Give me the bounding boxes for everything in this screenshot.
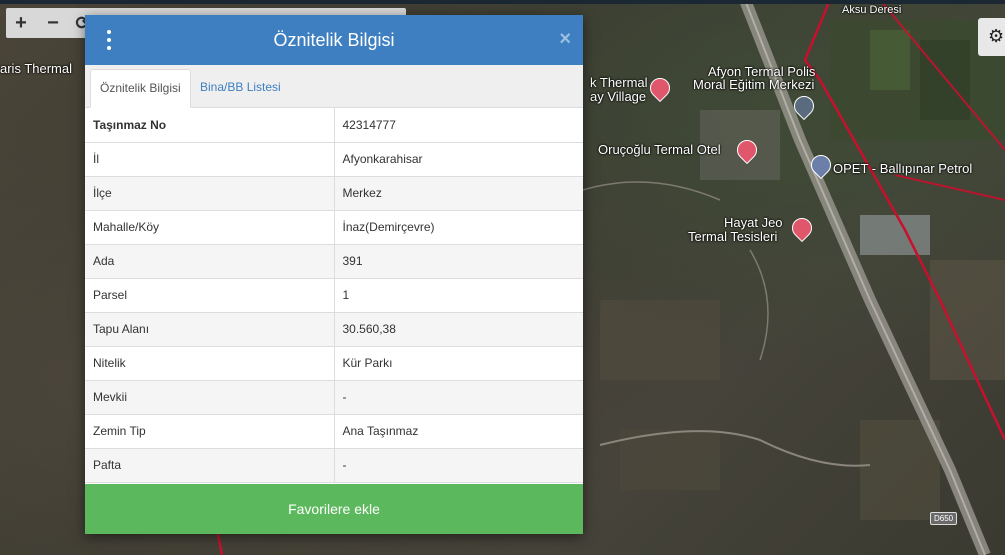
map-label-k-thermal: k Thermal	[590, 75, 648, 90]
dialog-header: Öznitelik Bilgisi ×	[85, 15, 583, 65]
map-label-hayat-jeo: Hayat Jeo	[724, 215, 783, 230]
table-row: Ada 391	[85, 244, 583, 279]
map-label-ay-village: ay Village	[590, 89, 647, 104]
table-row: Parsel 1	[85, 278, 583, 313]
settings-button[interactable]: ⚙	[978, 18, 1005, 56]
attribute-value: 1	[334, 278, 583, 313]
zoom-in-button[interactable]: +	[6, 8, 36, 38]
attribute-value: -	[334, 448, 583, 483]
attribute-dialog: Öznitelik Bilgisi × Öznitelik Bilgisi Bi…	[85, 15, 583, 534]
table-row: Mevkii -	[85, 380, 583, 415]
table-row: Taşınmaz No 42314777	[85, 108, 583, 143]
attribute-value: 391	[334, 244, 583, 279]
attribute-key: Ada	[85, 244, 335, 279]
map-label-aris-thermal: aris Thermal	[0, 61, 73, 76]
table-row: Pafta -	[85, 448, 583, 483]
close-icon[interactable]: ×	[559, 28, 571, 50]
dialog-title: Öznitelik Bilgisi	[273, 30, 395, 50]
attribute-key: Parsel	[85, 278, 335, 313]
tab-building-list[interactable]: Bina/BB Listesi	[191, 69, 290, 107]
attribute-key: Pafta	[85, 448, 335, 483]
attribute-value: 30.560,38	[334, 312, 583, 347]
tab-attribute-info[interactable]: Öznitelik Bilgisi	[90, 69, 191, 108]
zoom-out-button[interactable]: −	[38, 8, 68, 38]
add-to-favorites-button[interactable]: Favorilere ekle	[85, 484, 583, 534]
table-row: İlçe Merkez	[85, 176, 583, 211]
map-label-opet: OPET - Ballıpınar Petrol	[833, 161, 973, 176]
attribute-key: Zemin Tip	[85, 414, 335, 449]
table-row: İl Afyonkarahisar	[85, 142, 583, 177]
map-label-moral-egitim: Moral Eğitim Merkezi	[693, 77, 815, 92]
attribute-key: Mahalle/Köy	[85, 210, 335, 245]
attribute-value: 42314777	[334, 108, 583, 143]
attribute-value: -	[334, 380, 583, 415]
attribute-key: İl	[85, 142, 335, 177]
road-badge-d650: D650	[930, 512, 958, 525]
attribute-table: Taşınmaz No 42314777 İl Afyonkarahisar İlçe M…	[85, 108, 583, 483]
table-row: Mahalle/Köy İnaz(Demirçevre)	[85, 210, 583, 245]
dialog-tabs: Öznitelik Bilgisi Bina/BB Listesi	[85, 65, 583, 108]
attribute-value: Kür Parkı	[334, 346, 583, 381]
attribute-key: Mevkii	[85, 380, 335, 415]
attribute-key: Nitelik	[85, 346, 335, 381]
attribute-value: İnaz(Demirçevre)	[334, 210, 583, 245]
table-row: Zemin Tip Ana Taşınmaz	[85, 414, 583, 449]
attribute-value: Afyonkarahisar	[334, 142, 583, 177]
map-label-termal-tesisleri: Termal Tesisleri	[688, 229, 778, 244]
gear-icon: ⚙	[988, 26, 1005, 46]
attribute-value: Merkez	[334, 176, 583, 211]
map-label-aksu-deresi: Aksu Deresi	[842, 4, 902, 16]
attribute-key: İlçe	[85, 176, 335, 211]
table-row: Nitelik Kür Parkı	[85, 346, 583, 381]
attribute-key: Tapu Alanı	[85, 312, 335, 347]
table-row: Tapu Alanı 30.560,38	[85, 312, 583, 347]
attribute-value: Ana Taşınmaz	[334, 414, 583, 449]
map-label-orucoglu: Oruçoğlu Termal Otel	[598, 142, 721, 157]
attribute-key: Taşınmaz No	[85, 108, 335, 143]
